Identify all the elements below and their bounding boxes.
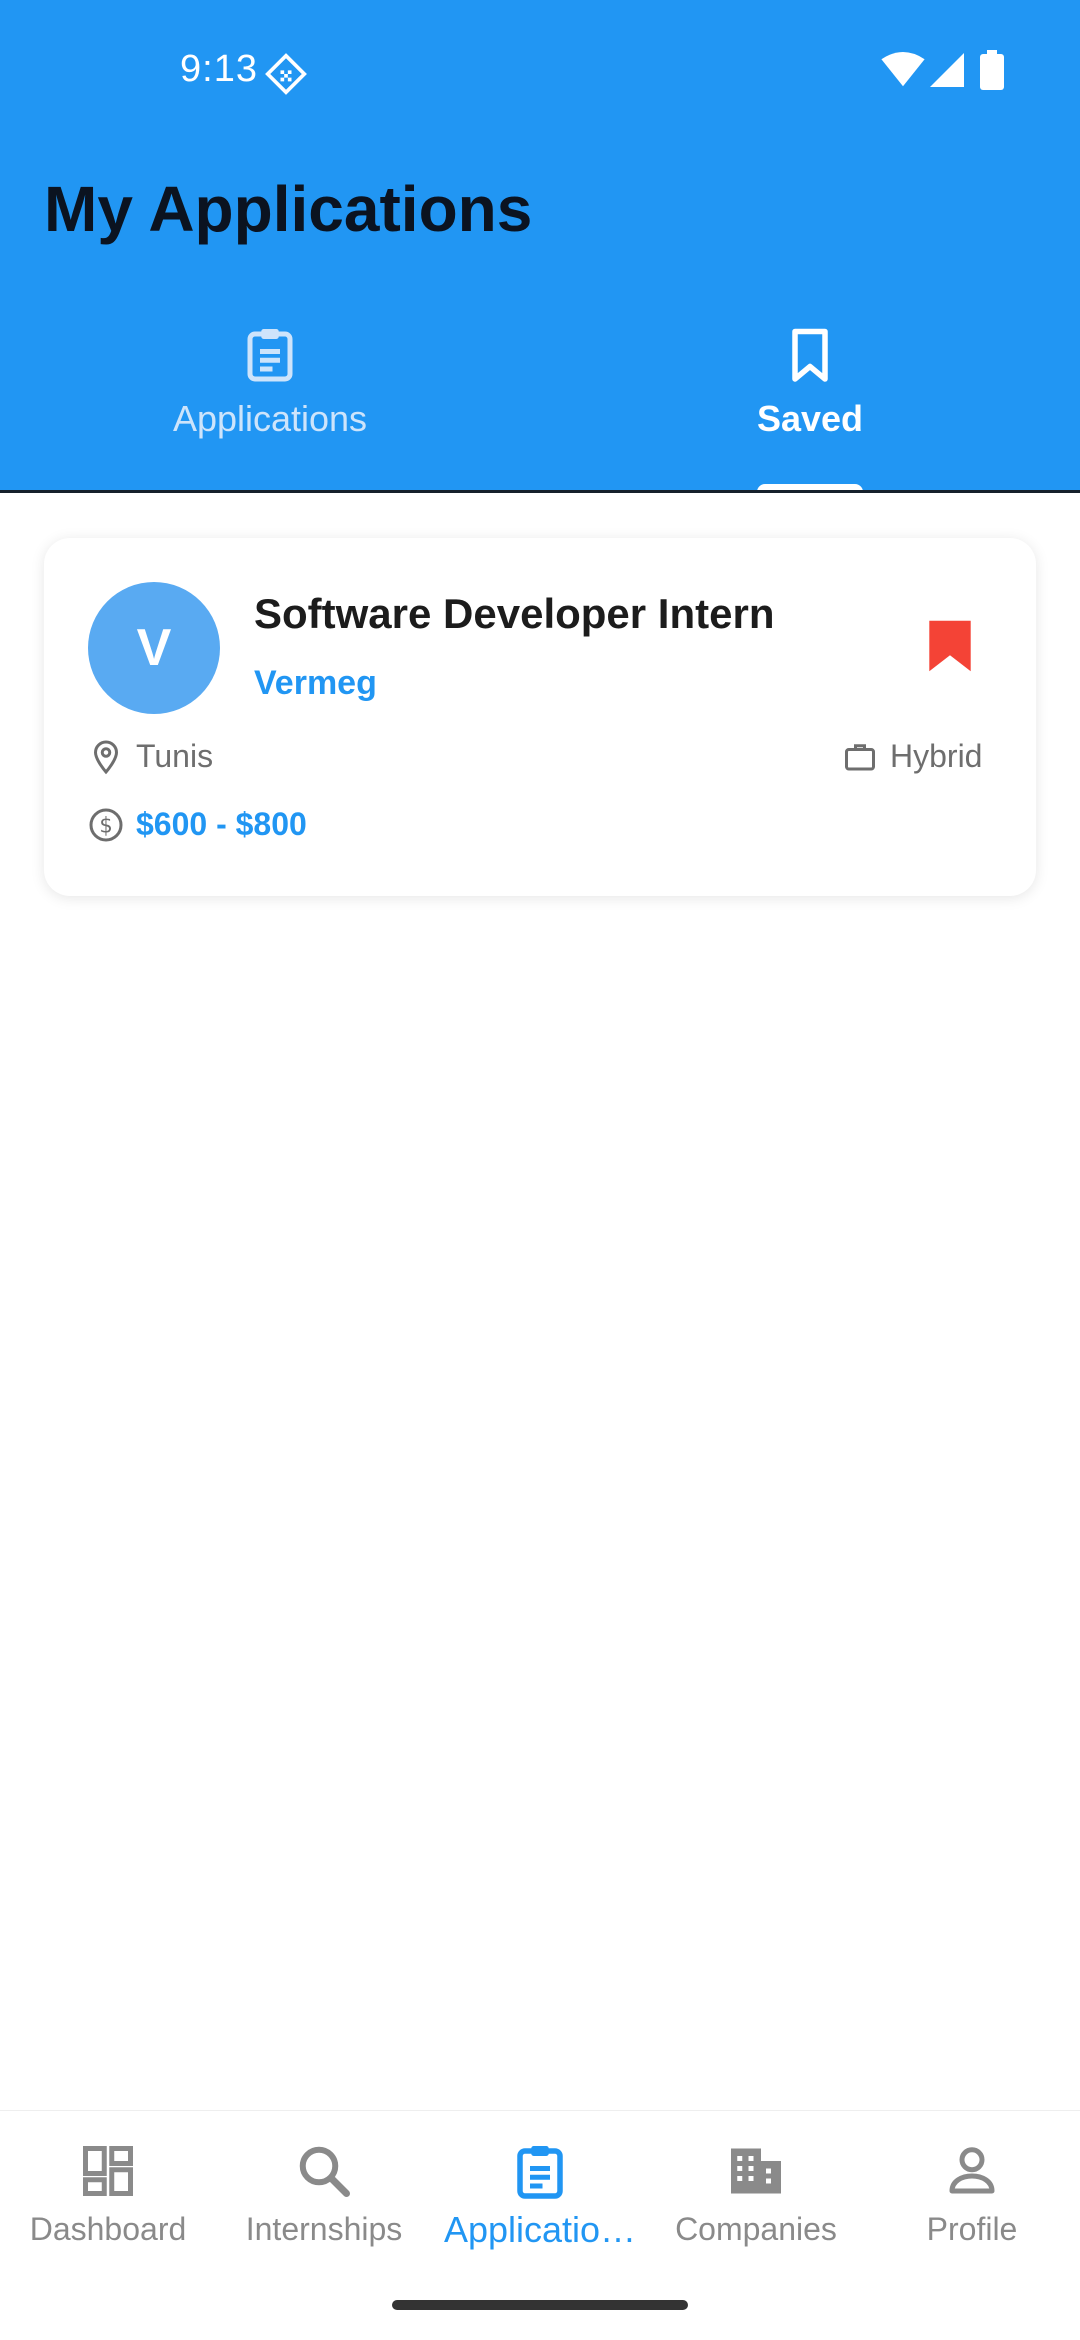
tab-applications-label: Applications xyxy=(172,398,368,439)
nav-profile-label: Profile xyxy=(926,2211,1018,2247)
battery-icon xyxy=(980,50,1004,90)
sim-diamond-icon xyxy=(265,53,307,95)
location-pin-icon xyxy=(93,740,119,774)
svg-text:$: $ xyxy=(99,813,112,837)
clipboard-list-icon xyxy=(517,2146,563,2199)
screen: 9:13 My Applications Applications Saved … xyxy=(0,0,1080,2340)
tab-saved-label: Saved xyxy=(756,398,864,439)
nav-profile[interactable]: Profile xyxy=(864,2111,1080,2271)
nav-dashboard[interactable]: Dashboard xyxy=(0,2111,216,2271)
dashboard-icon xyxy=(83,2146,133,2196)
home-indicator[interactable] xyxy=(392,2300,688,2310)
nav-internships[interactable]: Internships xyxy=(216,2111,432,2271)
salary-row: $ $600 - $800 xyxy=(88,806,307,843)
location-text: Tunis xyxy=(136,738,214,774)
tab-bar: Applications Saved xyxy=(0,310,1080,492)
briefcase-icon xyxy=(845,743,875,770)
saved-internship-card[interactable]: V Software Developer Intern Vermeg Tunis… xyxy=(44,538,1036,896)
job-title: Software Developer Intern xyxy=(254,590,775,637)
search-icon xyxy=(299,2146,350,2197)
salary-text: $600 - $800 xyxy=(136,806,307,842)
header-divider xyxy=(0,490,1080,493)
nav-internships-label: Internships xyxy=(245,2211,403,2247)
status-bar: 9:13 xyxy=(0,0,1080,140)
bookmark-outline-icon xyxy=(792,328,828,382)
company-name: Vermeg xyxy=(254,664,377,702)
tab-saved[interactable]: Saved xyxy=(540,310,1080,492)
nav-applications[interactable]: Applicatio… xyxy=(432,2111,648,2271)
work-type-row: Hybrid xyxy=(842,738,982,775)
wifi-icon xyxy=(881,52,925,87)
status-time: 9:13 xyxy=(180,48,258,90)
nav-companies[interactable]: Companies xyxy=(648,2111,864,2271)
person-icon xyxy=(949,2147,995,2194)
clipboard-list-icon xyxy=(247,329,293,382)
work-type-text: Hybrid xyxy=(890,738,983,774)
bookmark-filled-icon xyxy=(929,620,971,672)
location-row: Tunis xyxy=(88,738,213,775)
app-header: 9:13 My Applications Applications Saved xyxy=(0,0,1080,492)
company-avatar: V xyxy=(88,582,220,714)
bookmark-button[interactable] xyxy=(902,598,998,694)
nav-applications-label: Applicatio… xyxy=(443,2209,637,2250)
page-title: My Applications xyxy=(44,173,533,245)
cell-signal-icon xyxy=(930,53,964,87)
nav-dashboard-label: Dashboard xyxy=(29,2211,187,2247)
building-icon xyxy=(731,2148,781,2194)
dollar-circle-icon: $ xyxy=(89,808,123,841)
nav-companies-label: Companies xyxy=(675,2211,837,2247)
tab-applications[interactable]: Applications xyxy=(0,310,540,492)
